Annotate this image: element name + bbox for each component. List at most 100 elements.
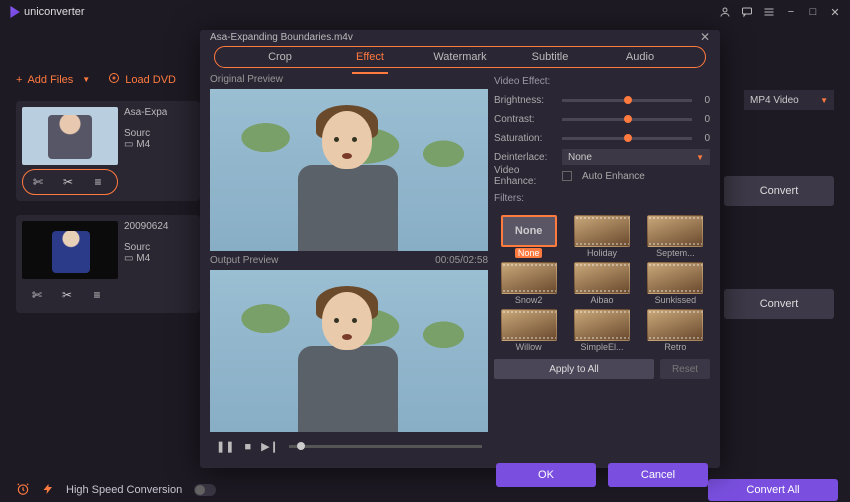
tab-subtitle[interactable]: Subtitle xyxy=(505,47,595,67)
filter-snow2[interactable]: Snow2 xyxy=(494,262,563,305)
tab-watermark[interactable]: Watermark xyxy=(415,47,505,67)
filter-grid: NoneNone Holiday Septem... Snow2 Aibao Sunkis… xyxy=(494,215,710,352)
alarm-icon[interactable] xyxy=(16,482,30,499)
filter-label: Holiday xyxy=(587,248,617,258)
app-name: uniconverter xyxy=(24,6,85,18)
chevron-down-icon: ▼ xyxy=(820,96,828,105)
file-tool-row: ✄ ✂ ≡ xyxy=(22,283,194,307)
filter-thumb xyxy=(647,309,703,341)
brightness-value: 0 xyxy=(698,95,710,106)
tab-crop[interactable]: Crop xyxy=(235,47,325,67)
filter-septem[interactable]: Septem... xyxy=(641,215,710,258)
saturation-slider[interactable] xyxy=(562,137,692,140)
disc-icon xyxy=(108,72,120,87)
output-format-select[interactable]: MP4 Video ▼ xyxy=(744,90,834,110)
modal-title: Asa-Expanding Boundaries.m4v xyxy=(210,32,353,43)
filter-label: Snow2 xyxy=(515,295,543,305)
brightness-label: Brightness: xyxy=(494,95,556,106)
logo-icon xyxy=(8,6,20,18)
file-tool-row: ✄ ✂ ≡ xyxy=(22,169,118,195)
output-format: MP4 Video ▼ xyxy=(744,90,834,110)
app-logo: uniconverter xyxy=(8,6,85,18)
add-files-label: Add Files xyxy=(27,74,73,86)
high-speed-label: High Speed Conversion xyxy=(66,484,182,496)
filter-label: SimpleEl... xyxy=(580,342,623,352)
tab-effect[interactable]: Effect xyxy=(325,47,415,67)
brightness-slider[interactable] xyxy=(562,99,692,102)
next-button[interactable]: ▶❙ xyxy=(261,440,279,453)
output-format-value: MP4 Video xyxy=(750,95,799,106)
filter-thumb xyxy=(501,262,557,294)
filter-label: Willow xyxy=(516,342,542,352)
file-format: ▭ M4 xyxy=(124,253,169,264)
chat-icon[interactable] xyxy=(740,5,754,19)
original-preview-label: Original Preview xyxy=(210,74,488,85)
filters-header: Filters: xyxy=(494,193,710,204)
filter-none[interactable]: NoneNone xyxy=(494,215,563,258)
user-icon[interactable] xyxy=(718,5,732,19)
file-thumbnail xyxy=(22,107,118,165)
file-title: 20090624 xyxy=(124,221,169,232)
file-card[interactable]: 20090624 Sourc ▭ M4 ✄ ✂ ≡ xyxy=(16,215,200,313)
cancel-button[interactable]: Cancel xyxy=(608,463,708,487)
filter-sunkissed[interactable]: Sunkissed xyxy=(641,262,710,305)
filter-thumb xyxy=(574,215,630,247)
trim-icon[interactable]: ✄ xyxy=(28,286,46,304)
effect-modal: Asa-Expanding Boundaries.m4v ✕ Crop Effe… xyxy=(200,30,720,468)
saturation-value: 0 xyxy=(698,133,710,144)
trim-icon[interactable]: ✄ xyxy=(29,173,47,191)
filter-label: Septem... xyxy=(656,248,695,258)
auto-enhance-checkbox[interactable] xyxy=(562,171,572,181)
file-card[interactable]: Asa-Expa Sourc ▭ M4 ✄ ✂ ≡ xyxy=(16,101,200,201)
convert-button[interactable]: Convert xyxy=(724,176,834,206)
effects-icon[interactable]: ≡ xyxy=(89,173,107,191)
contrast-label: Contrast: xyxy=(494,114,556,125)
filter-thumb xyxy=(647,215,703,247)
bolt-icon xyxy=(42,483,54,498)
deinterlace-label: Deinterlace: xyxy=(494,152,556,163)
file-source-label: Sourc xyxy=(124,128,167,139)
ok-button[interactable]: OK xyxy=(496,463,596,487)
file-source-label: Sourc xyxy=(124,242,169,253)
load-dvd-button[interactable]: Load DVD xyxy=(108,72,176,87)
output-preview-label: Output Preview xyxy=(210,255,278,266)
convert-button[interactable]: Convert xyxy=(724,289,834,319)
filter-label: Aibao xyxy=(590,295,613,305)
filter-label: None xyxy=(515,248,543,258)
apply-to-all-button[interactable]: Apply to All xyxy=(494,359,654,379)
minimize-button[interactable]: − xyxy=(784,5,798,19)
seek-slider[interactable] xyxy=(289,445,482,448)
menu-icon[interactable] xyxy=(762,5,776,19)
convert-all-button[interactable]: Convert All xyxy=(708,479,838,501)
play-pause-button[interactable]: ❚❚ xyxy=(216,440,234,453)
filter-label: Sunkissed xyxy=(655,295,697,305)
filter-thumb xyxy=(647,262,703,294)
add-files-button[interactable]: + Add Files ▼ xyxy=(16,74,90,86)
titlebar: uniconverter − □ ✕ xyxy=(0,0,850,24)
file-title: Asa-Expa xyxy=(124,107,167,118)
file-format: ▭ M4 xyxy=(124,139,167,150)
stop-button[interactable]: ■ xyxy=(244,441,251,453)
filter-holiday[interactable]: Holiday xyxy=(567,215,636,258)
file-thumbnail xyxy=(22,221,118,279)
reset-button[interactable]: Reset xyxy=(660,359,710,379)
tab-audio[interactable]: Audio xyxy=(595,47,685,67)
filter-aibao[interactable]: Aibao xyxy=(567,262,636,305)
chevron-down-icon: ▼ xyxy=(696,153,704,162)
deinterlace-select[interactable]: None ▼ xyxy=(562,149,710,165)
close-icon[interactable]: ✕ xyxy=(700,30,710,44)
modal-tabs: Crop Effect Watermark Subtitle Audio xyxy=(214,46,706,68)
video-enhance-label: Video Enhance: xyxy=(494,165,556,187)
crop-icon[interactable]: ✂ xyxy=(58,286,76,304)
close-button[interactable]: ✕ xyxy=(828,5,842,19)
filter-retro[interactable]: Retro xyxy=(641,309,710,352)
filter-simpleel[interactable]: SimpleEl... xyxy=(567,309,636,352)
effects-icon[interactable]: ≡ xyxy=(88,286,106,304)
video-effect-header: Video Effect: xyxy=(494,76,710,87)
contrast-slider[interactable] xyxy=(562,118,692,121)
maximize-button[interactable]: □ xyxy=(806,5,820,19)
playback-controls: ❚❚ ■ ▶❙ xyxy=(210,436,488,457)
crop-icon[interactable]: ✂ xyxy=(59,173,77,191)
filter-willow[interactable]: Willow xyxy=(494,309,563,352)
filter-thumb xyxy=(574,262,630,294)
